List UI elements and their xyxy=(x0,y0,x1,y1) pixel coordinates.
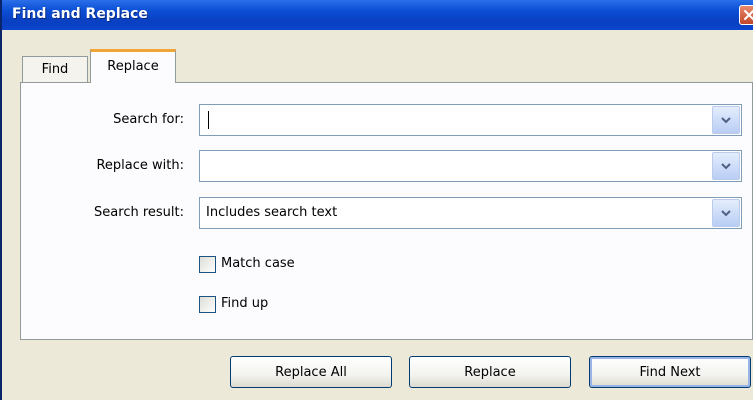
tab-replace[interactable]: Replace xyxy=(90,49,176,83)
close-icon xyxy=(744,10,753,20)
search-for-dropdown-button[interactable] xyxy=(712,106,740,134)
search-result-select[interactable]: Includes search text xyxy=(199,197,742,229)
find-up-checkbox[interactable] xyxy=(199,296,216,313)
search-result-dropdown-button[interactable] xyxy=(712,199,740,227)
search-for-label: Search for: xyxy=(113,112,184,127)
window-title: Find and Replace xyxy=(12,6,148,22)
replace-all-button[interactable]: Replace All xyxy=(230,356,392,388)
tab-find[interactable]: Find xyxy=(22,56,88,82)
find-replace-dialog: Find and Replace Find Replace Search for… xyxy=(0,0,753,400)
replace-with-label: Replace with: xyxy=(96,158,184,173)
search-result-label: Search result: xyxy=(94,205,184,220)
find-next-label: Find Next xyxy=(639,364,701,380)
replace-all-label: Replace All xyxy=(275,364,347,380)
replace-label: Replace xyxy=(464,364,516,380)
find-up-label[interactable]: Find up xyxy=(221,296,268,311)
chevron-down-icon xyxy=(721,210,731,217)
search-for-combobox[interactable] xyxy=(199,104,742,136)
tab-find-label: Find xyxy=(41,62,69,77)
tab-replace-label: Replace xyxy=(107,59,159,74)
replace-button[interactable]: Replace xyxy=(409,356,571,388)
search-result-value: Includes search text xyxy=(206,205,338,220)
match-case-label[interactable]: Match case xyxy=(221,256,295,271)
replace-with-dropdown-button[interactable] xyxy=(712,152,740,180)
match-case-checkbox[interactable] xyxy=(199,256,216,273)
title-bar[interactable]: Find and Replace xyxy=(2,0,753,30)
chevron-down-icon xyxy=(721,163,731,170)
find-next-button[interactable]: Find Next xyxy=(589,356,751,388)
close-button[interactable] xyxy=(739,5,753,25)
text-cursor xyxy=(208,111,209,129)
chevron-down-icon xyxy=(721,117,731,124)
replace-with-combobox[interactable] xyxy=(199,150,742,182)
